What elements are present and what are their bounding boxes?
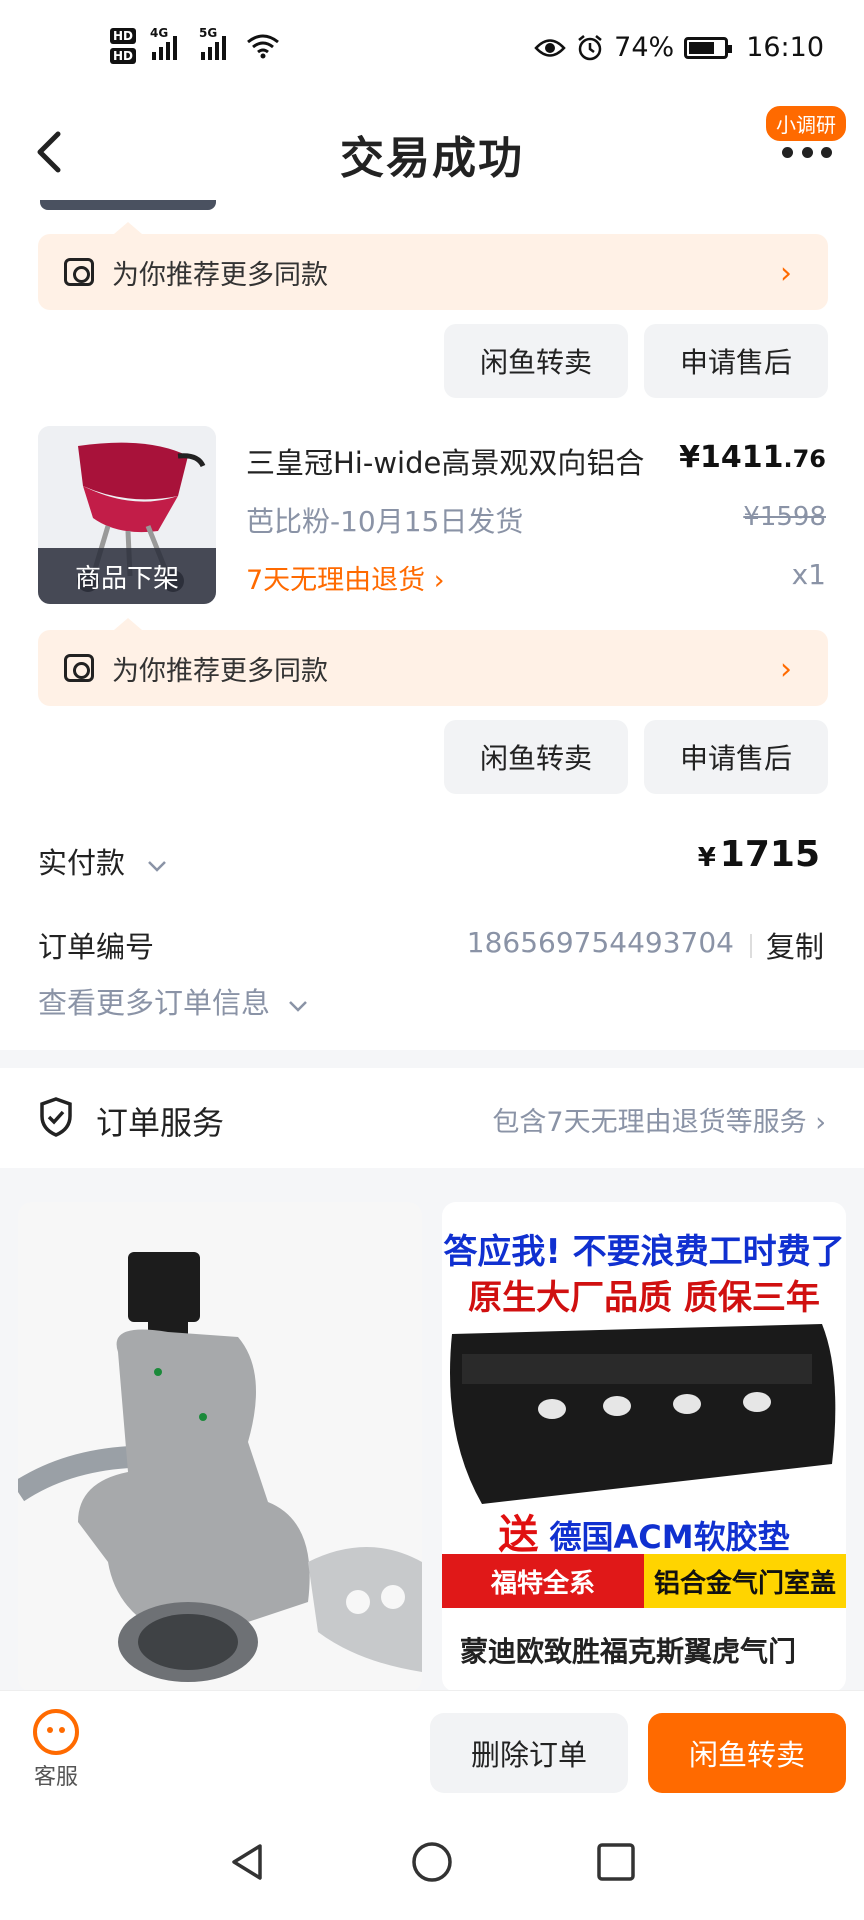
ad-gift: 送 德国ACM软胶垫 bbox=[498, 1512, 790, 1558]
status-right: 74% 16:10 bbox=[534, 32, 824, 63]
chevron-right-icon: › bbox=[780, 256, 792, 291]
valve-cover-image bbox=[450, 1324, 836, 1504]
recommend-pointer bbox=[114, 618, 142, 630]
network-indicators: HD HD 4G 5G bbox=[110, 26, 280, 64]
divider bbox=[750, 934, 752, 958]
recommend-label: 为你推荐更多同款 bbox=[112, 655, 328, 687]
chevron-down-icon bbox=[289, 1001, 308, 1012]
product-thumbnail[interactable]: 商品下架 bbox=[38, 426, 216, 604]
after-sale-button-2[interactable]: 申请售后 bbox=[644, 720, 828, 794]
system-nav-bar bbox=[0, 1810, 864, 1920]
ad-headline-2: 原生大厂品质 质保三年 bbox=[468, 1278, 820, 1318]
quantity: x1 bbox=[791, 558, 826, 591]
signal-5g-icon: 5G bbox=[199, 26, 227, 60]
recommend-pointer bbox=[114, 222, 142, 234]
recommend-similar-bar-2[interactable]: 为你推荐更多同款 › bbox=[38, 630, 828, 706]
camera-icon bbox=[64, 258, 94, 286]
nav-recents-icon[interactable] bbox=[594, 1840, 638, 1884]
order-number: 186569754493704 bbox=[466, 926, 734, 959]
title-bar: 交易成功 小调研 bbox=[0, 104, 864, 200]
order-service-desc: 包含7天无理由退货等服务 › bbox=[492, 1107, 826, 1138]
customer-service-icon bbox=[33, 1709, 79, 1755]
resell-button-1[interactable]: 闲鱼转卖 bbox=[444, 324, 628, 398]
status-bar: HD HD 4G 5G 74% 16:10 bbox=[0, 0, 864, 104]
chevron-right-icon: › bbox=[780, 652, 792, 687]
clock: 16:10 bbox=[746, 32, 824, 63]
product-name[interactable]: 三皇冠Hi-wide高景观双向铝合 bbox=[246, 440, 644, 482]
signal-4g-icon: 4G bbox=[150, 26, 178, 60]
survey-badge[interactable]: 小调研 bbox=[764, 104, 848, 143]
paid-amount: ¥1715 bbox=[697, 834, 820, 875]
customer-service-button[interactable]: 客服 bbox=[30, 1709, 82, 1791]
after-sale-button-1[interactable]: 申请售后 bbox=[644, 324, 828, 398]
recommend-card-egr-valve[interactable] bbox=[18, 1202, 422, 1692]
camera-icon bbox=[64, 654, 94, 682]
order-number-label: 订单编号 bbox=[38, 930, 155, 964]
eye-icon bbox=[534, 38, 566, 57]
chevron-down-icon bbox=[148, 861, 167, 872]
copy-order-number-button[interactable]: 复制 bbox=[766, 924, 824, 966]
page-title: 交易成功 bbox=[340, 133, 524, 184]
previous-item-edge bbox=[40, 200, 216, 210]
nav-back-icon[interactable] bbox=[226, 1840, 270, 1884]
off-shelf-overlay: 商品下架 bbox=[38, 548, 216, 604]
recommend-item-title: 蒙迪欧致胜福克斯翼虎气门 bbox=[460, 1635, 797, 1668]
ad-headline-1: 答应我! 不要浪费工时费了 bbox=[443, 1232, 845, 1272]
more-options-icon[interactable] bbox=[782, 144, 832, 160]
chevron-right-icon: › bbox=[425, 565, 445, 596]
recommend-card-valve-cover[interactable]: 答应我! 不要浪费工时费了 原生大厂品质 质保三年 送 德国ACM软胶垫 福特全… bbox=[442, 1202, 846, 1692]
order-service-label: 订单服务 bbox=[96, 1104, 225, 1142]
delete-order-button[interactable]: 删除订单 bbox=[430, 1713, 628, 1793]
alarm-icon bbox=[578, 34, 602, 60]
bottom-action-bar: 客服 删除订单 闲鱼转卖 bbox=[0, 1690, 864, 1810]
battery-icon bbox=[684, 36, 733, 59]
nav-home-icon[interactable] bbox=[410, 1840, 454, 1884]
original-price: ¥1598 bbox=[743, 502, 826, 532]
resell-button-2[interactable]: 闲鱼转卖 bbox=[444, 720, 628, 794]
hd-icon: HD HD bbox=[110, 28, 137, 64]
product-price: ¥1411.76 bbox=[679, 440, 826, 475]
egr-valve-image bbox=[18, 1202, 422, 1692]
recommend-label: 为你推荐更多同款 bbox=[112, 259, 328, 291]
ad-band: 福特全系 铝合金气门室盖 bbox=[442, 1554, 846, 1608]
shield-check-icon bbox=[40, 1097, 72, 1137]
return-policy-link[interactable]: 7天无理由退货 › bbox=[246, 558, 445, 597]
order-service-row[interactable]: 订单服务 包含7天无理由退货等服务 › bbox=[0, 1068, 864, 1168]
chevron-right-icon: › bbox=[806, 1107, 826, 1138]
paid-amount-toggle[interactable]: 实付款 bbox=[38, 840, 168, 882]
more-order-info-toggle[interactable]: 查看更多订单信息 bbox=[38, 980, 309, 1022]
shipping-info: 芭比粉-10月15日发货 bbox=[246, 505, 524, 538]
resell-button-main[interactable]: 闲鱼转卖 bbox=[648, 1713, 846, 1793]
order-content: 为你推荐更多同款 › 闲鱼转卖 申请售后 商品下架 三皇冠Hi-wide高景观双… bbox=[0, 200, 864, 1050]
battery-percent: 74% bbox=[614, 32, 675, 63]
recommend-similar-bar-1[interactable]: 为你推荐更多同款 › bbox=[38, 234, 828, 310]
wifi-icon bbox=[247, 34, 279, 59]
